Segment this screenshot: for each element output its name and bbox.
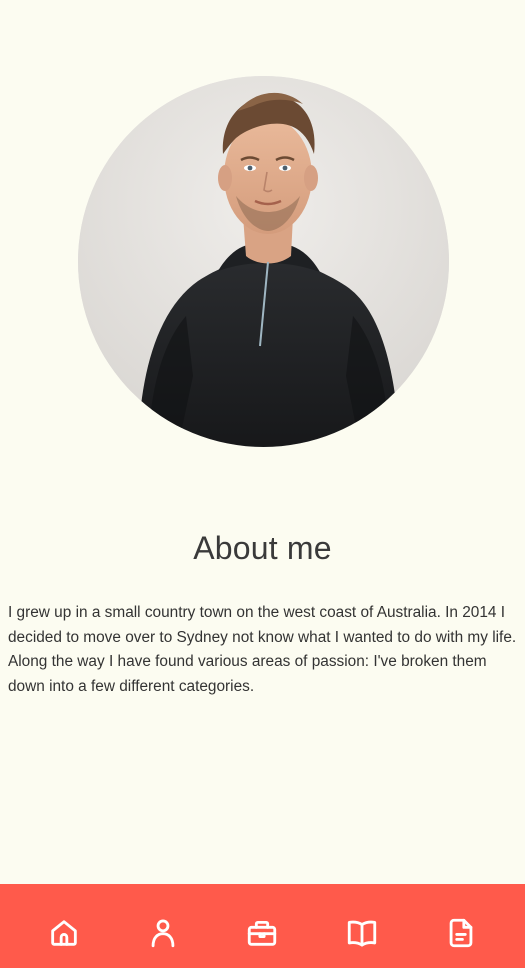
nav-portfolio-button[interactable]: [232, 903, 292, 963]
nav-blog-button[interactable]: [332, 903, 392, 963]
nav-profile-button[interactable]: [133, 903, 193, 963]
profile-avatar: [78, 76, 449, 447]
profile-photo: [78, 76, 449, 447]
briefcase-icon: [248, 920, 277, 946]
about-bio: I grew up in a small country town on the…: [8, 604, 517, 695]
user-icon: [151, 919, 175, 948]
nav-home-button[interactable]: [34, 903, 94, 963]
about-heading: About me: [193, 530, 332, 566]
book-icon: [347, 920, 377, 947]
home-icon: [50, 920, 77, 946]
nav-resume-button[interactable]: [431, 903, 491, 963]
bottom-navigation: [0, 884, 525, 968]
document-icon: [449, 918, 473, 948]
